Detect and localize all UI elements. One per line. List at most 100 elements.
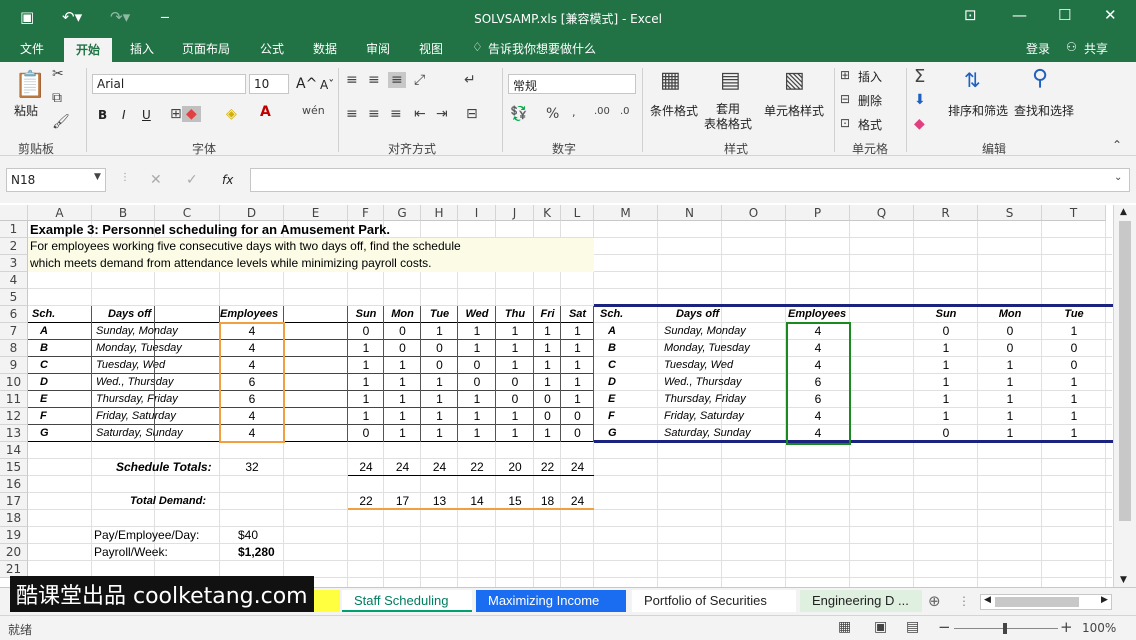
sheet-tab-engineering[interactable]: Engineering D ... xyxy=(800,590,922,612)
column-header[interactable]: B xyxy=(92,205,155,221)
zoom-level[interactable]: 100% xyxy=(1082,621,1116,635)
minimize-icon[interactable]: — xyxy=(1012,6,1027,24)
cell[interactable]: 0 xyxy=(536,408,559,425)
sheet-tab-portfolio[interactable]: Portfolio of Securities xyxy=(632,590,796,612)
percent-icon[interactable]: % xyxy=(546,106,559,122)
cell[interactable]: 1 xyxy=(1044,323,1104,340)
scroll-up-icon[interactable]: ▲ xyxy=(1120,207,1127,217)
cell[interactable]: 1 xyxy=(563,323,592,340)
row-header[interactable]: 4 xyxy=(0,272,28,289)
column-header[interactable]: P xyxy=(786,205,850,221)
formula-input[interactable] xyxy=(250,168,1130,192)
row-header[interactable]: 11 xyxy=(0,391,28,408)
cell[interactable]: 0 xyxy=(980,323,1040,340)
cell[interactable]: 0 xyxy=(386,340,419,357)
expand-formula-icon[interactable]: ⌄ xyxy=(1114,172,1122,183)
tell-me-input[interactable]: 告诉我你想要做什么 xyxy=(488,40,596,57)
cell[interactable]: 1 xyxy=(460,408,494,425)
cell[interactable]: 1 xyxy=(350,374,382,391)
number-format-select[interactable]: 常规 xyxy=(508,74,636,94)
accounting-icon[interactable]: 💱 xyxy=(510,106,527,122)
cell[interactable]: 0 xyxy=(498,391,532,408)
cell-styles-icon[interactable]: ▧ xyxy=(784,68,805,93)
copy-icon[interactable]: ⧉ xyxy=(52,90,62,106)
tab-home[interactable]: 开始 xyxy=(64,38,113,62)
column-header[interactable]: C xyxy=(155,205,220,221)
cell[interactable]: 1 xyxy=(386,357,419,374)
align-left-icon[interactable]: ≡ xyxy=(346,106,358,122)
cell[interactable]: 1 xyxy=(423,408,456,425)
table-format-icon[interactable]: ▤ xyxy=(720,68,741,93)
cell[interactable]: 1 xyxy=(460,425,494,442)
cell[interactable]: 0 xyxy=(1044,357,1104,374)
tab-review[interactable]: 审阅 xyxy=(366,40,390,57)
column-header[interactable]: E xyxy=(284,205,348,221)
cell[interactable]: 0 xyxy=(386,323,419,340)
zoom-out-icon[interactable]: − xyxy=(938,618,951,636)
cell[interactable]: Mon xyxy=(386,306,419,323)
name-box-dropdown-icon[interactable]: ▼ xyxy=(94,172,101,182)
cell[interactable]: 24 xyxy=(386,459,419,476)
cell[interactable]: 1 xyxy=(350,357,382,374)
cell[interactable]: 0 xyxy=(1044,340,1104,357)
search-icon[interactable]: ⚲ xyxy=(1032,66,1048,91)
ribbon-display-icon[interactable]: ⊡ xyxy=(964,6,977,24)
cell[interactable]: 0 xyxy=(536,391,559,408)
font-size-select[interactable]: 10 xyxy=(249,74,289,94)
cell[interactable]: 1 xyxy=(563,391,592,408)
paste-button[interactable]: 粘贴 xyxy=(14,102,38,119)
tab-data[interactable]: 数据 xyxy=(313,40,337,57)
cell[interactable]: 1 xyxy=(980,391,1040,408)
cell[interactable]: 0 xyxy=(423,340,456,357)
cell[interactable]: 1 xyxy=(536,323,559,340)
column-header[interactable]: D xyxy=(220,205,284,221)
merge-center-icon[interactable]: ⊟ xyxy=(466,106,478,122)
tab-formulas[interactable]: 公式 xyxy=(260,40,284,57)
cell[interactable]: 0 xyxy=(460,357,494,374)
bold-button[interactable]: B xyxy=(98,108,107,122)
row-header[interactable]: 12 xyxy=(0,408,28,425)
cell[interactable]: 0 xyxy=(563,408,592,425)
sheet-tab-maximizing-income[interactable]: Maximizing Income xyxy=(476,590,626,612)
row-header[interactable]: 10 xyxy=(0,374,28,391)
cancel-formula-icon[interactable]: ✕ xyxy=(150,172,162,188)
column-header[interactable]: N xyxy=(658,205,722,221)
cell[interactable]: 22 xyxy=(536,459,559,476)
close-icon[interactable]: ✕ xyxy=(1104,6,1117,24)
cell[interactable]: Fri xyxy=(536,306,559,323)
column-header[interactable]: K xyxy=(534,205,561,221)
cell[interactable]: 1 xyxy=(980,408,1040,425)
font-name-select[interactable]: Arial xyxy=(92,74,246,94)
cell[interactable]: 1 xyxy=(460,391,494,408)
column-header[interactable]: G xyxy=(384,205,421,221)
row-header[interactable]: 2 xyxy=(0,238,28,255)
align-top-icon[interactable]: ≡ xyxy=(346,72,358,88)
underline-button[interactable]: U xyxy=(142,108,151,122)
page-layout-view-icon[interactable]: ▣ xyxy=(874,619,887,635)
cell[interactable]: 1 xyxy=(498,425,532,442)
cell[interactable]: 0 xyxy=(980,340,1040,357)
cell[interactable]: Sun xyxy=(350,306,382,323)
scroll-down-icon[interactable]: ▼ xyxy=(1120,575,1127,585)
cell[interactable]: 32 xyxy=(222,459,282,476)
maximize-icon[interactable]: ☐ xyxy=(1058,6,1071,24)
comma-icon[interactable]: , xyxy=(572,106,576,119)
column-header[interactable]: O xyxy=(722,205,786,221)
row-header[interactable]: 19 xyxy=(0,527,28,544)
cell[interactable]: 1 xyxy=(423,374,456,391)
font-color-icon[interactable]: A xyxy=(260,104,271,120)
cell[interactable]: 20 xyxy=(498,459,532,476)
vertical-scroll-thumb[interactable] xyxy=(1119,221,1131,521)
cell[interactable]: 1 xyxy=(1044,374,1104,391)
name-box[interactable]: N18 xyxy=(6,168,106,192)
shrink-font-icon[interactable]: Aˇ xyxy=(320,78,334,92)
cell[interactable]: 1 xyxy=(980,374,1040,391)
cell[interactable]: 0 xyxy=(350,425,382,442)
cell[interactable]: Tue xyxy=(423,306,456,323)
cell[interactable]: 1 xyxy=(386,374,419,391)
column-header[interactable]: I xyxy=(458,205,496,221)
zoom-in-icon[interactable]: + xyxy=(1060,618,1073,636)
cell[interactable]: 1 xyxy=(536,357,559,374)
fill-color-icon[interactable]: ◈ xyxy=(226,106,237,122)
cell[interactable]: 0 xyxy=(460,374,494,391)
